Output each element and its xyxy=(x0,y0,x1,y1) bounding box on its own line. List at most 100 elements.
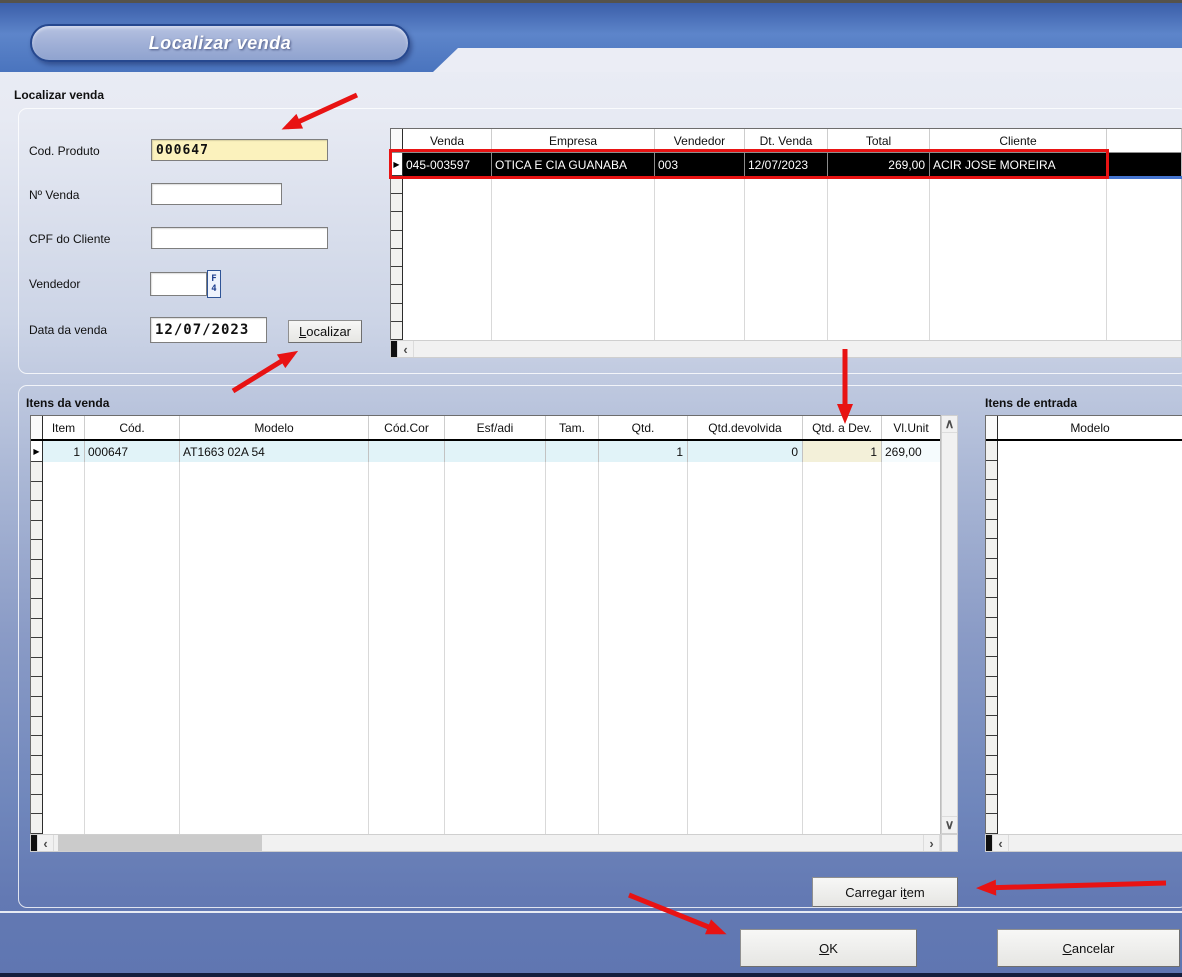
item-esf-adi-cell xyxy=(445,441,546,462)
sales-grid-indicator-column: ▶ xyxy=(391,153,403,340)
sales-col-vendedor: Vendedor xyxy=(655,129,745,152)
entry-col-modelo: Modelo xyxy=(998,416,1182,439)
item-cod-cor-cell xyxy=(369,441,445,462)
entry-grid-header: Modelo xyxy=(986,416,1182,441)
ok-button[interactable]: OK xyxy=(740,929,917,967)
sale-filler-cell xyxy=(1107,153,1181,176)
sale-dt-venda-cell: 12/07/2023 xyxy=(745,153,828,176)
items-scroll-left-icon[interactable]: ‹ xyxy=(37,835,54,851)
cod-produto-input[interactable] xyxy=(151,139,328,161)
items-col-cod-cor: Cód.Cor xyxy=(369,416,445,439)
f4-lookup-icon[interactable]: F 4 xyxy=(207,270,221,298)
vendedor-input[interactable] xyxy=(150,272,207,296)
entry-grid-hscrollbar[interactable]: ‹ xyxy=(985,834,1182,852)
sales-col-venda: Venda xyxy=(403,129,492,152)
entry-indicator-cells xyxy=(986,441,997,834)
indicator-cell xyxy=(31,658,42,678)
items-hscroll-thumb[interactable] xyxy=(58,835,262,851)
indicator-cell xyxy=(986,677,997,697)
sales-col-filler xyxy=(1107,129,1181,152)
entry-scroll-left-icon[interactable]: ‹ xyxy=(992,835,1009,851)
items-grid-header: Item Cód. Modelo Cód.Cor Esf/adi Tam. Qt… xyxy=(31,416,940,441)
selected-row-pointer: ▶ xyxy=(391,153,402,176)
item-row[interactable]: 1 000647 AT1663 02A 54 1 0 1 269,00 xyxy=(43,441,940,462)
indicator-cell xyxy=(391,231,402,249)
indicator-cell xyxy=(986,461,997,481)
sales-grid-body: ▶ 045-003597 OTICA E CIA GUANABA 003 12/… xyxy=(391,153,1181,340)
indicator-cell xyxy=(31,619,42,639)
indicator-cell xyxy=(31,677,42,697)
items-group-label: Itens da venda xyxy=(26,396,109,410)
indicator-cell xyxy=(986,716,997,736)
indicator-cell xyxy=(391,322,402,340)
sales-hscroll-track[interactable] xyxy=(414,341,1181,357)
indicator-cell xyxy=(31,579,42,599)
vendedor-label: Vendedor xyxy=(29,277,80,291)
indicator-cell xyxy=(31,814,42,834)
indicator-cell xyxy=(31,638,42,658)
sales-grid-hscrollbar[interactable]: ‹ xyxy=(390,340,1182,358)
sales-col-total: Total xyxy=(828,129,930,152)
indicator-cell xyxy=(986,814,997,834)
items-grid-vscrollbar[interactable]: ∧ ∨ xyxy=(941,415,958,834)
cancelar-button[interactable]: Cancelar xyxy=(997,929,1180,967)
indicator-cell xyxy=(986,441,997,461)
indicator-cell xyxy=(986,500,997,520)
indicator-cell xyxy=(986,775,997,795)
indicator-cell xyxy=(986,657,997,677)
item-item-cell: 1 xyxy=(43,441,85,462)
indicator-cell xyxy=(391,304,402,322)
item-qtd-devolvida-cell: 0 xyxy=(688,441,803,462)
sales-col-dt-venda: Dt. Venda xyxy=(745,129,828,152)
entry-hscroll-track[interactable] xyxy=(1009,835,1182,851)
carregar-item-button[interactable]: Carregar item xyxy=(812,877,958,907)
indicator-cell xyxy=(31,775,42,795)
items-scroll-down-icon[interactable]: ∨ xyxy=(942,816,957,833)
selected-sale-row[interactable]: 045-003597 OTICA E CIA GUANABA 003 12/07… xyxy=(403,153,1181,176)
indicator-cell xyxy=(31,540,42,560)
item-cod-cell: 000647 xyxy=(85,441,180,462)
data-venda-input[interactable] xyxy=(150,317,267,343)
indicator-cell xyxy=(31,501,42,521)
indicator-cell xyxy=(986,618,997,638)
indicator-cell xyxy=(31,521,42,541)
indicator-cell xyxy=(31,482,42,502)
items-col-item: Item xyxy=(43,416,85,439)
n-venda-input[interactable] xyxy=(151,183,282,205)
items-grid-hscrollbar[interactable]: ‹ › xyxy=(30,834,941,852)
indicator-cell xyxy=(986,539,997,559)
sales-indicator-cells xyxy=(391,176,402,340)
items-grid: Item Cód. Modelo Cód.Cor Esf/adi Tam. Qt… xyxy=(30,415,941,834)
sales-scroll-left-icon[interactable]: ‹ xyxy=(397,341,414,357)
sale-total-cell: 269,00 xyxy=(828,153,930,176)
indicator-cell xyxy=(986,638,997,658)
footer-divider xyxy=(0,911,1182,913)
indicator-cell xyxy=(391,176,402,194)
entry-grid-corner-cell xyxy=(986,416,998,439)
cpf-cliente-input[interactable] xyxy=(151,227,328,249)
items-col-vl-unit: Vl.Unit xyxy=(882,416,940,439)
title-bar-notch xyxy=(433,48,1182,72)
items-indicator-cells xyxy=(31,462,42,834)
page-title: Localizar venda xyxy=(149,33,292,54)
data-venda-label: Data da venda xyxy=(29,323,107,337)
items-scroll-right-icon[interactable]: › xyxy=(923,835,940,851)
localizar-venda-window: Localizar venda Localizar venda Cod. Pro… xyxy=(0,0,1182,977)
n-venda-label: Nº Venda xyxy=(29,188,79,202)
items-scroll-up-icon[interactable]: ∧ xyxy=(942,416,957,433)
sale-vendedor-cell: 003 xyxy=(655,153,745,176)
items-vscroll-track[interactable] xyxy=(942,433,957,816)
items-col-qtd-devolvida: Qtd.devolvida xyxy=(688,416,803,439)
sales-grid-header: Venda Empresa Vendedor Dt. Venda Total C… xyxy=(391,129,1181,153)
localizar-button[interactable]: Localizar xyxy=(288,320,362,343)
indicator-cell xyxy=(31,717,42,737)
indicator-cell xyxy=(391,285,402,303)
items-grid-body: ▶ 1 000647 AT1663 02A 54 1 xyxy=(31,441,940,834)
title-pill: Localizar venda xyxy=(30,24,410,62)
indicator-cell xyxy=(391,267,402,285)
items-hscroll-track[interactable] xyxy=(54,835,923,851)
search-group-label: Localizar venda xyxy=(14,88,104,102)
indicator-cell xyxy=(31,560,42,580)
items-col-qtd: Qtd. xyxy=(599,416,688,439)
items-col-modelo: Modelo xyxy=(180,416,369,439)
